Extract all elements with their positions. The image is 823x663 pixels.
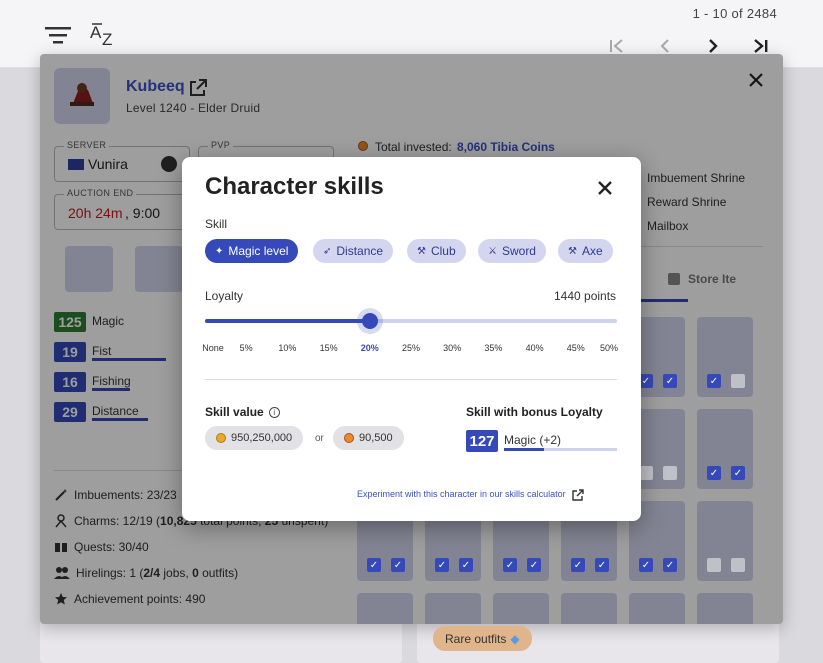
loyalty-slider-thumb[interactable] [361, 313, 378, 329]
bonus-skill-bar [504, 448, 544, 451]
bonus-loyalty-label: Skill with bonus Loyalty [466, 405, 603, 419]
magic-icon: ✦ [215, 245, 224, 257]
loyalty-tick-label[interactable]: 45% [567, 343, 585, 353]
tibia-coins-value: 90,500 [359, 432, 393, 444]
outfit-checkbox[interactable]: ✓ [663, 374, 677, 388]
loyalty-tick-label[interactable]: 10% [278, 343, 296, 353]
close-icon[interactable] [594, 177, 616, 199]
modal-title: Character skills [205, 173, 384, 200]
outfit-checkbox[interactable]: ✓ [435, 558, 449, 572]
skills-calculator-link[interactable]: Experiment with this character in our sk… [357, 488, 584, 501]
outfit-checkbox[interactable]: ✓ [459, 558, 473, 572]
pagination-text: 1 - 10 of 2484 [692, 6, 777, 21]
outfit-checkbox[interactable] [731, 558, 745, 572]
chip-label: Axe [581, 244, 603, 258]
info-icon[interactable]: i [268, 406, 280, 418]
loyalty-slider-fill [205, 319, 370, 323]
outfit-checkbox[interactable] [663, 466, 677, 480]
chip-label: Magic level [228, 244, 289, 258]
skill-chip-magic-level[interactable]: ✦ Magic level [205, 239, 299, 263]
outfit-checkbox[interactable]: ✓ [731, 466, 745, 480]
svg-text:Z: Z [102, 30, 112, 49]
skill-section-label: Skill [205, 217, 228, 231]
external-link-icon [571, 488, 584, 501]
outfit-checkbox[interactable]: ✓ [391, 558, 405, 572]
outfit-checkbox[interactable]: ✓ [707, 374, 721, 388]
outfit-checkbox[interactable] [639, 466, 653, 480]
skill-value-label: Skill value [205, 405, 264, 419]
club-icon: ⚒ [417, 245, 426, 257]
loyalty-label: Loyalty [205, 289, 244, 303]
outfit-checkbox[interactable]: ✓ [639, 558, 653, 572]
outfit-checkbox[interactable]: ✓ [503, 558, 517, 572]
loyalty-points: 1440 points [554, 289, 617, 303]
loyalty-tick-label[interactable]: 30% [443, 343, 461, 353]
modal-divider [205, 379, 617, 380]
skill-value-heading: Skill value i [205, 405, 280, 419]
gold-value: 950,250,000 [231, 432, 293, 444]
loyalty-tick-label[interactable]: 15% [320, 343, 338, 353]
diamond-icon: ◆ [510, 631, 520, 646]
outfit-checkbox[interactable]: ✓ [663, 558, 677, 572]
outfit-checkbox[interactable]: ✓ [367, 558, 381, 572]
skill-chip-distance[interactable]: ➶ Distance [313, 239, 394, 263]
rare-outfits-label: Rare outfits [445, 631, 507, 646]
outfit-checkbox[interactable] [707, 558, 721, 572]
sort-az-icon[interactable]: AZ [88, 20, 120, 50]
character-skills-modal: Character skills Skill ✦ Magic level ➶ D… [182, 157, 641, 521]
chip-label: Distance [336, 244, 384, 258]
filter-icon[interactable] [44, 24, 72, 46]
svg-text:A: A [90, 23, 102, 42]
loyalty-tick-label[interactable]: 50% [600, 343, 618, 353]
gold-value-pill: 950,250,000 [205, 426, 304, 450]
skill-chip-sword[interactable]: ⚔ Sword [478, 239, 546, 263]
outfit-checkbox[interactable]: ✓ [527, 558, 541, 572]
tibia-coins-pill: 90,500 [333, 426, 404, 450]
outfit-checkbox[interactable]: ✓ [707, 466, 721, 480]
outfit-checkbox[interactable]: ✓ [595, 558, 609, 572]
loyalty-tick-label[interactable]: None [202, 343, 224, 353]
or-text: or [315, 433, 324, 444]
sword-icon: ⚔ [488, 245, 497, 257]
axe-icon: ⚒ [568, 245, 577, 257]
rare-outfits-chip[interactable]: Rare outfits ◆ [433, 626, 532, 651]
outfit-checkbox[interactable]: ✓ [639, 374, 653, 388]
calculator-link-text: Experiment with this character in our sk… [357, 489, 566, 499]
loyalty-tick-label[interactable]: 35% [484, 343, 502, 353]
chip-label: Sword [501, 244, 536, 258]
outfit-checkbox[interactable]: ✓ [571, 558, 585, 572]
skill-chip-club[interactable]: ⚒ Club [407, 239, 466, 263]
gold-coin-icon [216, 433, 226, 443]
bonus-skill-text: Magic (+2) [504, 433, 562, 447]
outfit-checkbox[interactable] [731, 374, 745, 388]
distance-icon: ➶ [323, 245, 332, 257]
skill-chip-axe[interactable]: ⚒ Axe [558, 239, 613, 263]
bonus-skill-level: 127 [466, 430, 498, 452]
chip-label: Club [430, 244, 456, 258]
tibia-coin-icon [344, 433, 354, 443]
loyalty-tick-label[interactable]: 20% [361, 343, 379, 353]
loyalty-tick-label[interactable]: 5% [240, 343, 253, 353]
loyalty-tick-label[interactable]: 25% [402, 343, 420, 353]
loyalty-tick-label[interactable]: 40% [526, 343, 544, 353]
